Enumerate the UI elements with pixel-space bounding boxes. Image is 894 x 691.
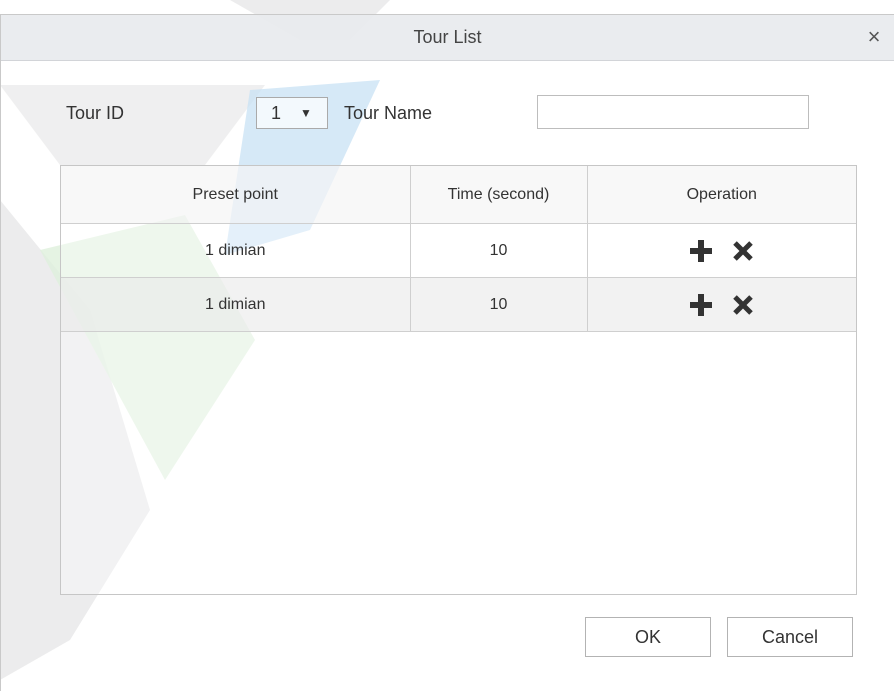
plus-icon[interactable] bbox=[688, 238, 714, 264]
tour-id-select[interactable]: 1 ▼ bbox=[256, 97, 328, 129]
plus-icon[interactable] bbox=[688, 292, 714, 318]
tour-name-label: Tour Name bbox=[344, 103, 433, 123]
dialog-titlebar: Tour List × bbox=[1, 15, 894, 61]
close-icon[interactable] bbox=[730, 238, 756, 264]
operation-cell bbox=[587, 277, 856, 332]
preset-point-cell: 1 dimian bbox=[61, 223, 411, 278]
dialog-title: Tour List bbox=[413, 27, 482, 47]
caret-down-icon: ▼ bbox=[300, 106, 312, 120]
preset-point-cell: 1 dimian bbox=[61, 277, 411, 332]
operation-cell bbox=[587, 223, 856, 278]
time-cell: 10 bbox=[410, 223, 588, 278]
close-icon[interactable] bbox=[730, 292, 756, 318]
tour-id-value: 1 bbox=[271, 103, 282, 123]
column-header-preset-point: Preset point bbox=[61, 166, 411, 224]
table-row: 1 dimian 10 bbox=[61, 223, 856, 278]
column-header-time: Time (second) bbox=[410, 166, 588, 224]
cancel-button[interactable]: Cancel bbox=[727, 617, 853, 657]
close-icon[interactable]: × bbox=[860, 23, 888, 51]
ok-button[interactable]: OK bbox=[585, 617, 711, 657]
time-cell: 10 bbox=[410, 277, 588, 332]
preset-table: Preset point Time (second) Operation 1 d… bbox=[60, 165, 857, 595]
tour-name-input[interactable] bbox=[537, 95, 809, 129]
table-row: 1 dimian 10 bbox=[61, 277, 856, 332]
column-header-operation: Operation bbox=[587, 166, 856, 224]
tour-id-label: Tour ID bbox=[66, 103, 125, 123]
table-header-row: Preset point Time (second) Operation bbox=[61, 166, 856, 224]
